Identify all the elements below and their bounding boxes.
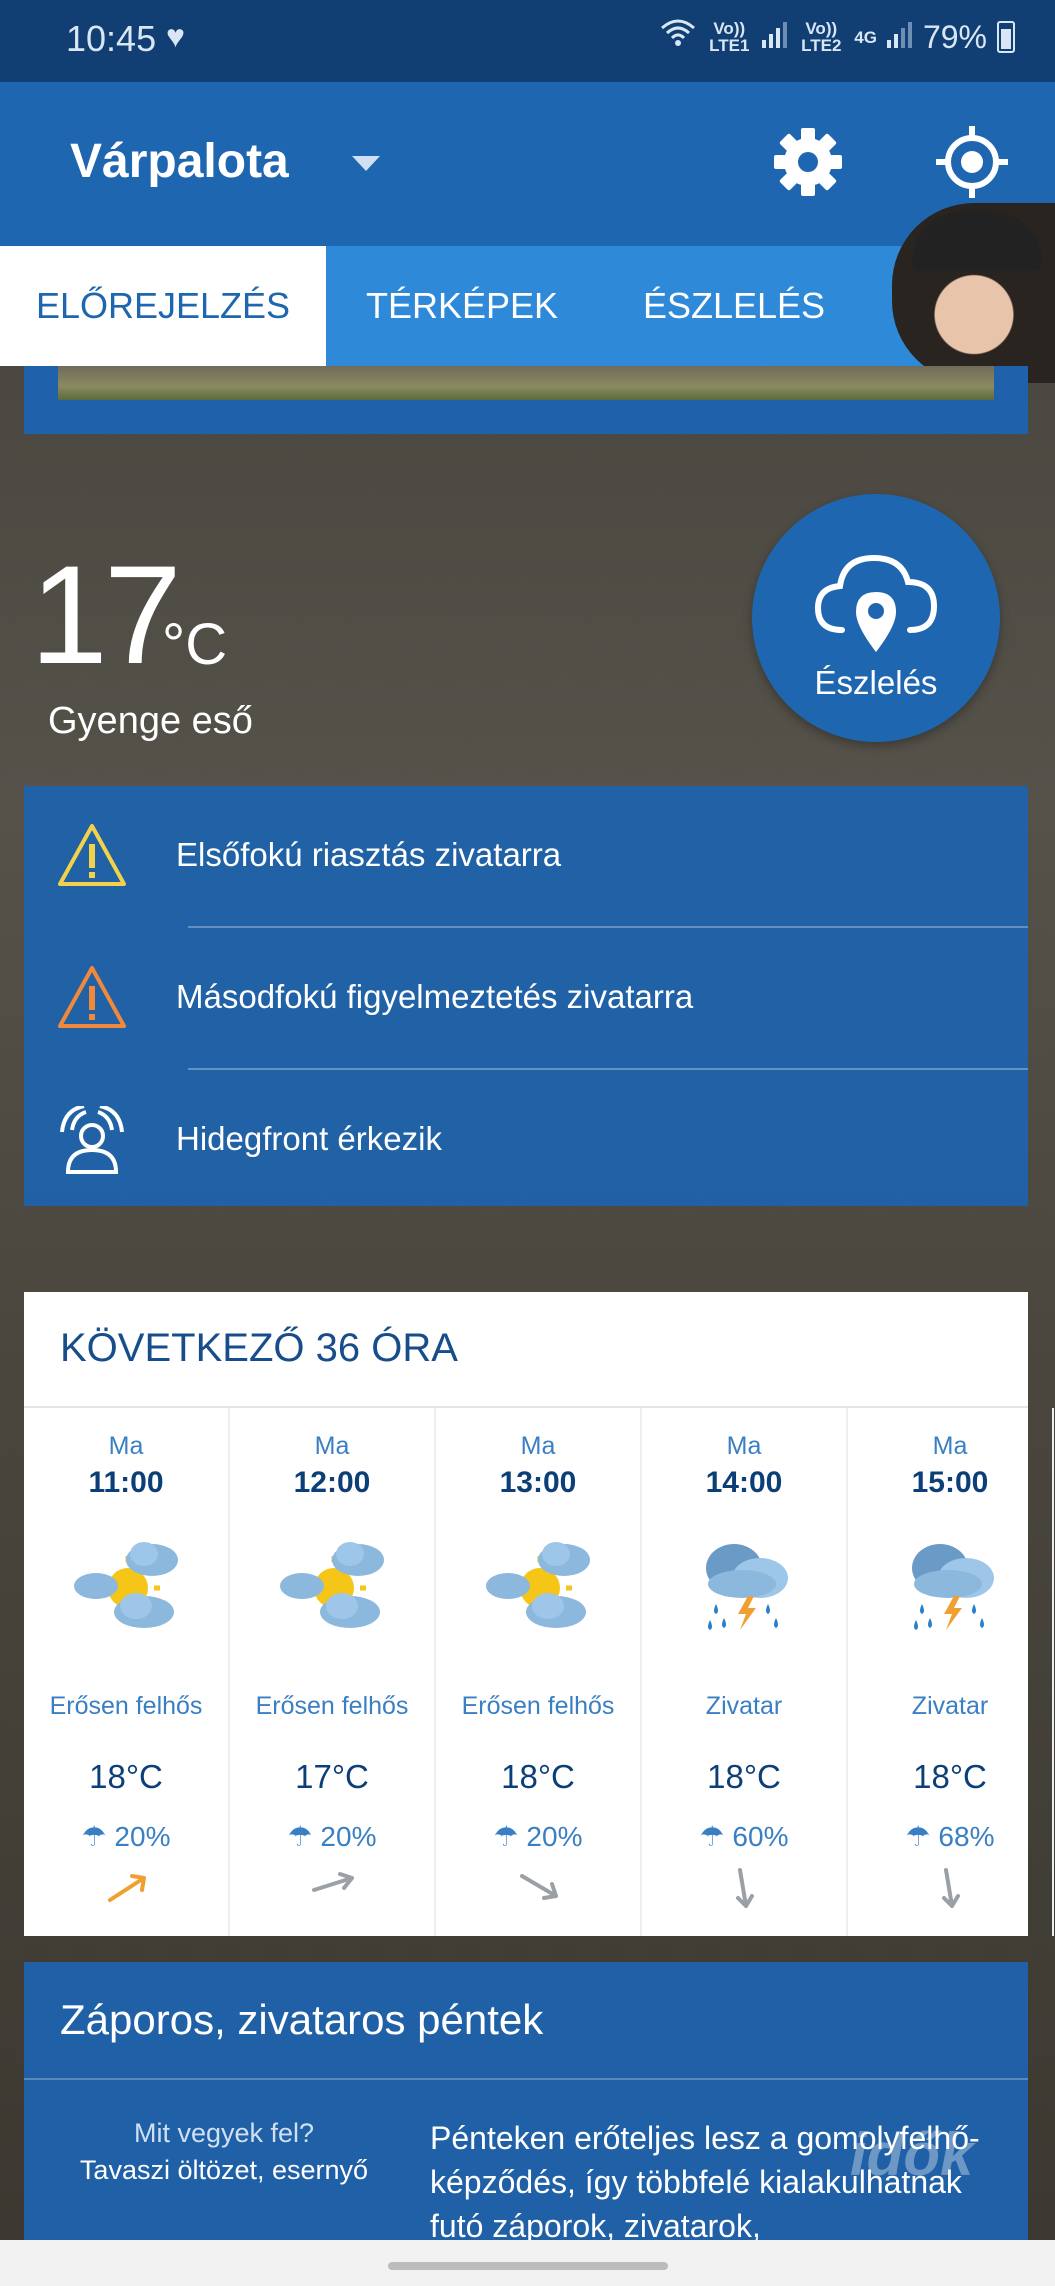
forecast-hour-column[interactable]: Ma 15:00 Zivatar 18°C ☂ 68% [848,1408,1054,1936]
home-gesture-bar[interactable] [388,2262,668,2270]
observe-button-label: Észlelés [814,664,938,701]
forecast-rain-chance: ☂ 20% [230,1820,434,1853]
forecast-hour: 14:00 [705,1466,783,1499]
alert-text: Hidegfront érkezik [176,1120,442,1157]
signal2-icon [886,19,913,56]
battery-icon [997,21,1015,53]
clothing-answer: Tavaszi öltözet, esernyő [79,2155,369,2185]
avatar[interactable] [892,203,1055,383]
status-time: 10:45 [66,18,157,59]
wind-arrow-icon [108,1874,146,1902]
forecast-description: Erősen felhős [461,1692,615,1720]
warning-yellow-icon [58,824,126,886]
forecast-rain-chance: ☂ 20% [436,1820,640,1853]
umbrella-icon: ☂ [493,1821,519,1852]
rain-percent: 68% [938,1821,995,1852]
forecast-day: Ma [314,1432,350,1460]
forecast-hour-column[interactable]: Ma 13:00 Erősen felhős 18°C ☂ 20% [436,1408,642,1936]
signal1-icon [762,19,788,56]
forecast-temperature: 18°C [707,1758,781,1795]
forecast-day: Ma [108,1432,144,1460]
umbrella-icon: ☂ [81,1821,107,1852]
forecast-hour: 15:00 [911,1466,989,1499]
alert-text: Elsőfokú riasztás zivatarra [176,836,562,873]
umbrella-icon: ☂ [905,1821,931,1852]
clothing-tip: Mit vegyek fel? Tavaszi öltözet, esernyő [74,2118,374,2186]
divider [24,2078,1028,2080]
banner-image[interactable] [24,366,1028,434]
thunderstorm-icon [690,1530,800,1645]
cloudy-sun-icon [484,1530,594,1645]
umbrella-icon: ☂ [699,1821,725,1852]
rain-percent: 20% [114,1821,171,1852]
forecast-hour-column[interactable]: Ma 14:00 Zivatar 18°C ☂ 60% [642,1408,848,1936]
cloudy-sun-icon [278,1530,388,1645]
forecast-hour-column[interactable]: Ma 12:00 Erősen felhős 17°C ☂ 20% [230,1408,436,1936]
forecast-card: KÖVETKEZŐ 36 ÓRA Ma 11:00 Erősen felhős 18°… [24,1292,1054,1936]
alert-item[interactable]: Másodfokú figyelmeztetés zivatarra [24,928,1028,1070]
forecast-description: Zivatar [705,1692,783,1720]
forecast-hour: 13:00 [499,1466,577,1499]
app-bar: Várpalota [0,82,1055,246]
forecast-temperature: 18°C [501,1758,575,1795]
forecast-hour-column[interactable]: Ma 11:00 Erősen felhős 18°C ☂ 20% [24,1408,230,1936]
chevron-down-icon[interactable] [352,156,380,171]
forecast-hour: 11:00 [88,1466,164,1499]
locate-icon[interactable] [934,124,1010,200]
tab-maps[interactable]: TÉRKÉPEK [326,246,598,366]
status-icons: Vo)) LTE1 Vo)) LTE2 4G 79% [660,18,1015,56]
forecast-rain-chance: ☂ 20% [24,1820,228,1853]
article-title: Záporos, zivataros péntek [60,1996,544,2043]
network-label: 4G [854,27,877,47]
volte1-label: Vo)) LTE1 [709,19,750,55]
forecast-temperature: 18°C [913,1758,987,1795]
alert-item[interactable]: Hidegfront érkezik [24,1070,1028,1212]
forecast-day: Ma [520,1432,556,1460]
cloud-pin-icon [814,554,938,652]
heart-icon: ♥ [166,18,185,54]
forecast-temperature: 17°C [295,1758,369,1795]
forecast-description: Zivatar [911,1692,989,1720]
clothing-question: Mit vegyek fel? [133,2118,315,2148]
rain-percent: 20% [320,1821,377,1852]
current-temperature: 17 °C [30,545,227,685]
wind-arrow-icon [520,1874,558,1900]
current-condition: Gyenge eső [48,700,253,742]
alert-text: Másodfokú figyelmeztetés zivatarra [176,978,694,1015]
forecast-title: KÖVETKEZŐ 36 ÓRA [60,1326,458,1370]
tab-observations[interactable]: ÉSZLELÉS [598,246,870,366]
forecast-hour: 12:00 [293,1466,371,1499]
forecast-rain-chance: ☂ 60% [642,1820,846,1853]
temperature-unit: °C [162,612,228,677]
system-nav-bar [0,2240,1055,2286]
rain-percent: 60% [732,1821,789,1852]
volte2-label: Vo)) LTE2 [801,19,842,55]
alerts-panel: Elsőfokú riasztás zivatarra Másodfokú fi… [24,786,1028,1206]
wind-arrow-icon [942,1868,960,1908]
wind-arrow-icon [312,1872,354,1892]
forecast-rain-chance: ☂ 68% [848,1820,1052,1853]
warning-orange-icon [58,966,126,1028]
wifi-icon [660,18,696,56]
forecast-description: Erősen felhős [255,1692,409,1720]
tab-forecast[interactable]: ELŐREJELZÉS [0,246,326,366]
battery-percent: 79% [922,18,987,55]
gear-icon[interactable] [770,124,846,200]
forecast-temperature: 18°C [89,1758,163,1795]
watermark-logo: idők [850,2121,974,2188]
rain-percent: 20% [526,1821,583,1852]
cloudy-sun-icon [72,1530,182,1645]
forecast-description: Erősen felhős [49,1692,203,1720]
wind-arrow-icon [736,1868,754,1908]
cold-front-icon [60,1106,124,1174]
thunderstorm-icon [896,1530,1006,1645]
forecast-day: Ma [726,1432,762,1460]
temperature-value: 17 [30,536,182,693]
status-bar: 10:45 ♥ Vo)) LTE1 Vo)) LTE2 4G 79% [0,0,1055,82]
observe-button[interactable]: Észlelés [752,494,1000,742]
umbrella-icon: ☂ [287,1821,313,1852]
forecast-day: Ma [932,1432,968,1460]
alert-item[interactable]: Elsőfokú riasztás zivatarra [24,786,1028,928]
city-selector[interactable]: Várpalota [70,134,289,189]
